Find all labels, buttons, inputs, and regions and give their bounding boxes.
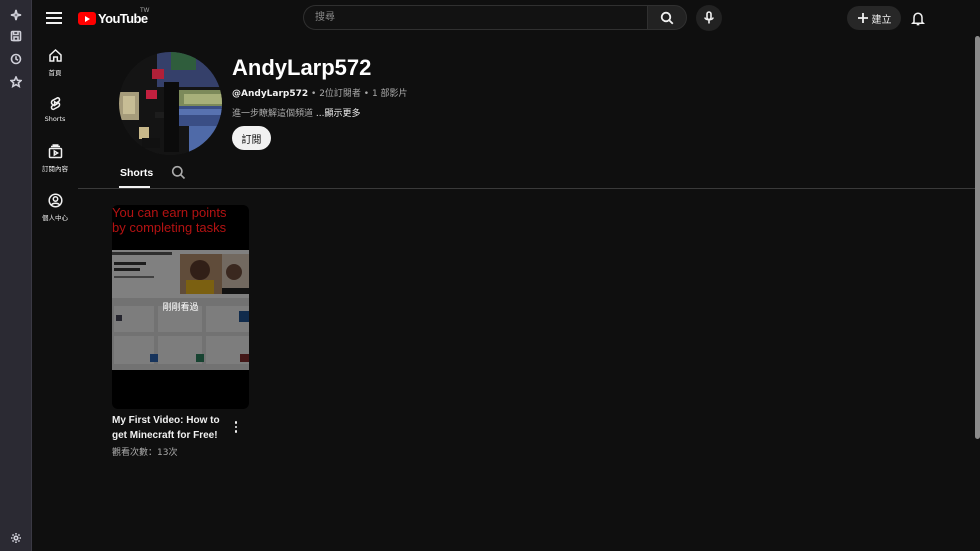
video-count: 1 部影片: [371, 89, 408, 99]
subscribe-button[interactable]: 訂閱: [232, 126, 271, 150]
bell-icon: [911, 12, 925, 25]
description-text: 進一步瞭解這個頻道: [232, 109, 316, 119]
guide-label: 個人中心: [42, 214, 68, 222]
youtube-channel-page: YouTube TW 建立 首頁 Shorts: [0, 0, 980, 551]
sparkle-icon[interactable]: [8, 7, 24, 23]
masthead: YouTube TW 建立: [32, 0, 980, 36]
show-more-link[interactable]: ...顯示更多: [316, 109, 361, 119]
search-icon: [660, 11, 674, 24]
page-scrollbar[interactable]: [975, 36, 980, 439]
channel-name: AndyLarp572: [232, 55, 372, 80]
avatar-image: [119, 52, 222, 155]
subscriber-count: 2位訂閱者: [319, 89, 361, 99]
star-icon[interactable]: [8, 74, 24, 90]
tab-shorts[interactable]: Shorts: [120, 167, 153, 179]
notifications-button[interactable]: [909, 9, 927, 27]
thumbnail-overlay-text: You can earn points by completing tasks: [112, 205, 249, 235]
country-code: TW: [140, 8, 150, 14]
channel-tabs: Shorts: [78, 162, 975, 189]
settings-icon[interactable]: [8, 530, 24, 546]
profile-icon: [47, 193, 63, 208]
voice-search-button[interactable]: [696, 5, 722, 31]
microphone-icon: [704, 11, 714, 24]
create-button[interactable]: 建立: [847, 6, 901, 30]
channel-search-button[interactable]: [171, 165, 186, 180]
short-title[interactable]: My First Video: How to get Minecraft for…: [112, 414, 224, 443]
guide-label: 首頁: [48, 69, 62, 77]
plus-icon: [857, 13, 868, 23]
home-icon: [48, 48, 62, 62]
meta-separator: •: [308, 89, 320, 99]
create-label: 建立: [871, 14, 892, 26]
meta-separator: •: [360, 89, 372, 99]
short-thumbnail[interactable]: You can earn points by completing tasks: [112, 205, 249, 409]
search-button[interactable]: [647, 5, 687, 30]
menu-icon[interactable]: [46, 10, 62, 26]
subscriptions-icon: [48, 144, 62, 159]
save-icon[interactable]: [8, 28, 24, 44]
overlay-line: You can earn points: [112, 205, 227, 220]
guide-item-shorts[interactable]: Shorts: [32, 96, 78, 123]
channel-handle: @AndyLarp572: [232, 89, 309, 99]
guide-item-subscriptions[interactable]: 訂閱內容: [32, 144, 78, 173]
channel-description[interactable]: 進一步瞭解這個頻道 ...顯示更多: [232, 106, 360, 119]
search-box: [303, 5, 687, 30]
guide-item-home[interactable]: 首頁: [32, 48, 78, 77]
active-tab-indicator: [119, 186, 150, 188]
youtube-logo[interactable]: YouTube: [78, 11, 148, 26]
overlay-line: by completing tasks: [112, 220, 227, 235]
more-actions-icon[interactable]: [230, 419, 242, 435]
mini-guide: 首頁 Shorts 訂閱內容 個人中心: [32, 36, 78, 551]
search-input[interactable]: [303, 5, 647, 30]
search-icon: [171, 165, 186, 180]
guide-item-profile[interactable]: 個人中心: [32, 193, 78, 222]
shorts-icon: [50, 97, 60, 111]
short-view-count: 觀看次數：13次: [112, 448, 178, 458]
channel-avatar[interactable]: [119, 52, 222, 155]
browser-sidebar: [0, 0, 32, 551]
channel-meta: @AndyLarp572 • 2位訂閱者 • 1 部影片: [232, 86, 408, 99]
history-icon[interactable]: [8, 51, 24, 67]
youtube-play-icon: [78, 12, 96, 25]
guide-label: 訂閱內容: [42, 165, 68, 173]
guide-label: Shorts: [44, 115, 66, 123]
watched-badge: 剛剛看過: [162, 303, 199, 313]
